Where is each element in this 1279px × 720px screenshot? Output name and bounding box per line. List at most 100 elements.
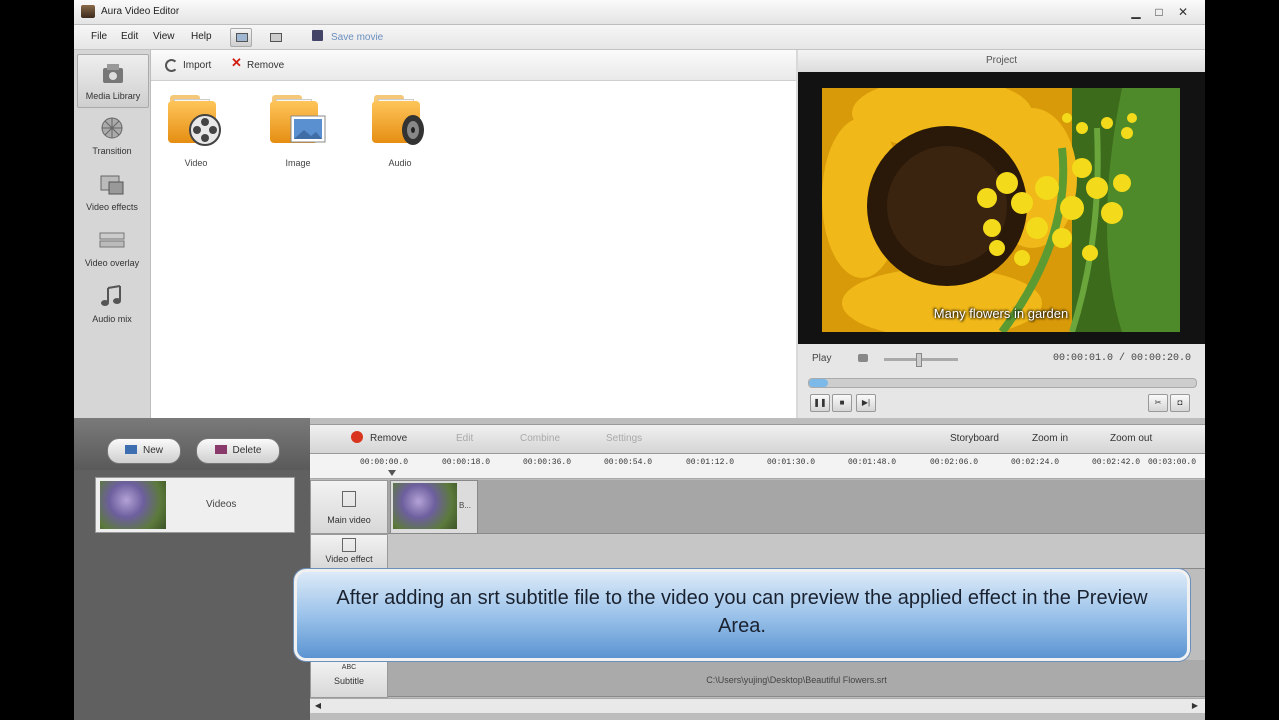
play-label: Play: [812, 353, 832, 364]
menu-view[interactable]: View: [153, 31, 175, 42]
image-folder[interactable]: [268, 95, 328, 153]
menu-bar: File Edit View Help Save movie: [74, 25, 1205, 50]
playback-row: Play 00:00:01.0 / 00:00:20.0: [798, 344, 1205, 372]
snapshot-icon[interactable]: ◘: [1170, 394, 1190, 412]
ruler-tick: 00:02:24.0: [1011, 458, 1060, 467]
sidebar-item-label: Video effects: [86, 202, 138, 212]
ruler-tick: 00:00:00.0: [360, 458, 409, 467]
storyboard-button[interactable]: Storyboard: [950, 433, 999, 444]
sidebar-item-media-library[interactable]: Media Library: [77, 54, 149, 108]
tutorial-callout: After adding an srt subtitle file to the…: [294, 569, 1190, 661]
main-video-track[interactable]: [388, 480, 1205, 534]
save-icon[interactable]: [312, 30, 323, 41]
sidebar-item-label: Audio mix: [92, 314, 132, 324]
ruler-tick: 00:00:18.0: [442, 458, 491, 467]
save-movie-link[interactable]: Save movie: [331, 32, 383, 43]
remove-button[interactable]: Remove: [247, 60, 284, 71]
title-bar: Aura Video Editor ▁ □ ✕: [74, 0, 1205, 25]
media-library-panel: Import ✕ Remove Video Image Audio: [151, 50, 796, 418]
menu-file[interactable]: File: [91, 31, 107, 42]
pause-button[interactable]: ❚❚: [810, 394, 830, 412]
next-frame-button[interactable]: ▶|: [856, 394, 876, 412]
subtitle-track-label: ABC Subtitle: [310, 660, 388, 698]
audio-folder-icon: [402, 115, 424, 145]
timeline-remove-button[interactable]: Remove: [370, 433, 407, 444]
clip-thumbnail: [393, 483, 457, 529]
library-item[interactable]: Videos: [95, 477, 295, 533]
scroll-left-arrow[interactable]: ◀: [313, 701, 323, 711]
timeline-edit-button[interactable]: Edit: [456, 433, 473, 444]
preview-panel: Project Many flowers in garden Play 00:0…: [798, 50, 1205, 418]
seek-bar-fill: [809, 379, 829, 387]
media-toolbar: Import ✕ Remove: [151, 50, 796, 81]
zoom-out-button[interactable]: Zoom out: [1110, 433, 1152, 444]
preview-screen: Many flowers in garden: [798, 72, 1205, 344]
playhead-marker[interactable]: [388, 470, 396, 476]
storyboard-view-icon[interactable]: [264, 28, 286, 47]
subtitle-file-path: C:\Users\yujing\Desktop\Beautiful Flower…: [706, 675, 887, 685]
video-effect-track[interactable]: [388, 534, 1205, 569]
remove-icon[interactable]: ✕: [231, 55, 242, 71]
preview-video: Many flowers in garden: [822, 88, 1180, 332]
sidebar-item-video-overlay[interactable]: Video overlay: [77, 222, 147, 274]
video-folder[interactable]: [166, 95, 226, 153]
timeline-ruler[interactable]: 00:00:00.0 00:00:18.0 00:00:36.0 00:00:5…: [310, 454, 1205, 479]
menu-edit[interactable]: Edit: [121, 31, 138, 42]
maximize-button[interactable]: □: [1149, 3, 1169, 21]
ruler-tick: 00:00:54.0: [604, 458, 653, 467]
minimize-button[interactable]: ▁: [1126, 3, 1146, 21]
audio-folder[interactable]: [370, 95, 430, 153]
delete-button[interactable]: Delete: [196, 438, 280, 464]
window-title: Aura Video Editor: [101, 6, 180, 17]
sidebar: Media Library Transition Video effects V…: [74, 50, 151, 418]
stop-button[interactable]: ■: [832, 394, 852, 412]
image-folder-icon: [290, 115, 326, 143]
audio-folder-label: Audio: [388, 158, 412, 168]
media-library-icon: [103, 64, 123, 83]
timeline-scrollbar[interactable]: ◀ ▶: [310, 698, 1205, 713]
transition-icon: [101, 117, 123, 139]
new-button[interactable]: New: [107, 438, 181, 464]
sidebar-item-label: Video overlay: [84, 258, 140, 268]
video-effect-icon: [342, 538, 356, 552]
sidebar-item-audio-mix[interactable]: Audio mix: [77, 278, 147, 330]
menu-help[interactable]: Help: [191, 31, 212, 42]
scroll-right-arrow[interactable]: ▶: [1190, 701, 1200, 711]
video-effects-icon: [100, 175, 124, 195]
remove-clip-icon[interactable]: [351, 431, 363, 443]
timeline-toolbar: Remove Edit Combine Settings Storyboard …: [310, 424, 1205, 454]
ruler-tick: 00:01:48.0: [848, 458, 897, 467]
library-item-thumbnail: [100, 481, 166, 529]
close-button[interactable]: ✕: [1173, 3, 1193, 21]
main-video-track-label: Main video: [310, 480, 388, 534]
subtitle-icon: ABC: [341, 664, 357, 671]
import-icon[interactable]: [165, 59, 178, 72]
preview-header: Project: [798, 50, 1205, 73]
ruler-tick: 00:02:06.0: [930, 458, 979, 467]
sidebar-item-video-effects[interactable]: Video effects: [77, 166, 147, 218]
image-folder-label: Image: [285, 158, 311, 168]
sidebar-item-transition[interactable]: Transition: [77, 110, 147, 162]
timeline-combine-button[interactable]: Combine: [520, 433, 560, 444]
ruler-tick: 00:02:42.0: [1092, 458, 1141, 467]
import-button[interactable]: Import: [183, 60, 211, 71]
ruler-tick: 00:01:12.0: [686, 458, 735, 467]
library-toolbar: New Delete: [74, 418, 310, 470]
timeline-clip[interactable]: B...: [390, 480, 478, 534]
ruler-tick: 00:03:00.0: [1148, 458, 1197, 467]
volume-handle[interactable]: [916, 353, 922, 367]
sidebar-item-label: Media Library: [85, 91, 141, 101]
film-icon: [342, 491, 356, 507]
timeline-settings-button[interactable]: Settings: [606, 433, 642, 444]
timeline-view-icon[interactable]: [230, 28, 252, 47]
video-overlay-icon: [99, 232, 125, 248]
delete-icon: [214, 445, 227, 454]
split-icon[interactable]: ✂: [1148, 394, 1168, 412]
volume-icon[interactable]: [858, 354, 868, 362]
ruler-tick: 00:00:36.0: [523, 458, 572, 467]
seek-bar[interactable]: [808, 378, 1197, 388]
video-folder-icon: [189, 114, 221, 146]
ruler-tick: 00:01:30.0: [767, 458, 816, 467]
sidebar-item-label: Transition: [92, 146, 132, 156]
zoom-in-button[interactable]: Zoom in: [1032, 433, 1068, 444]
